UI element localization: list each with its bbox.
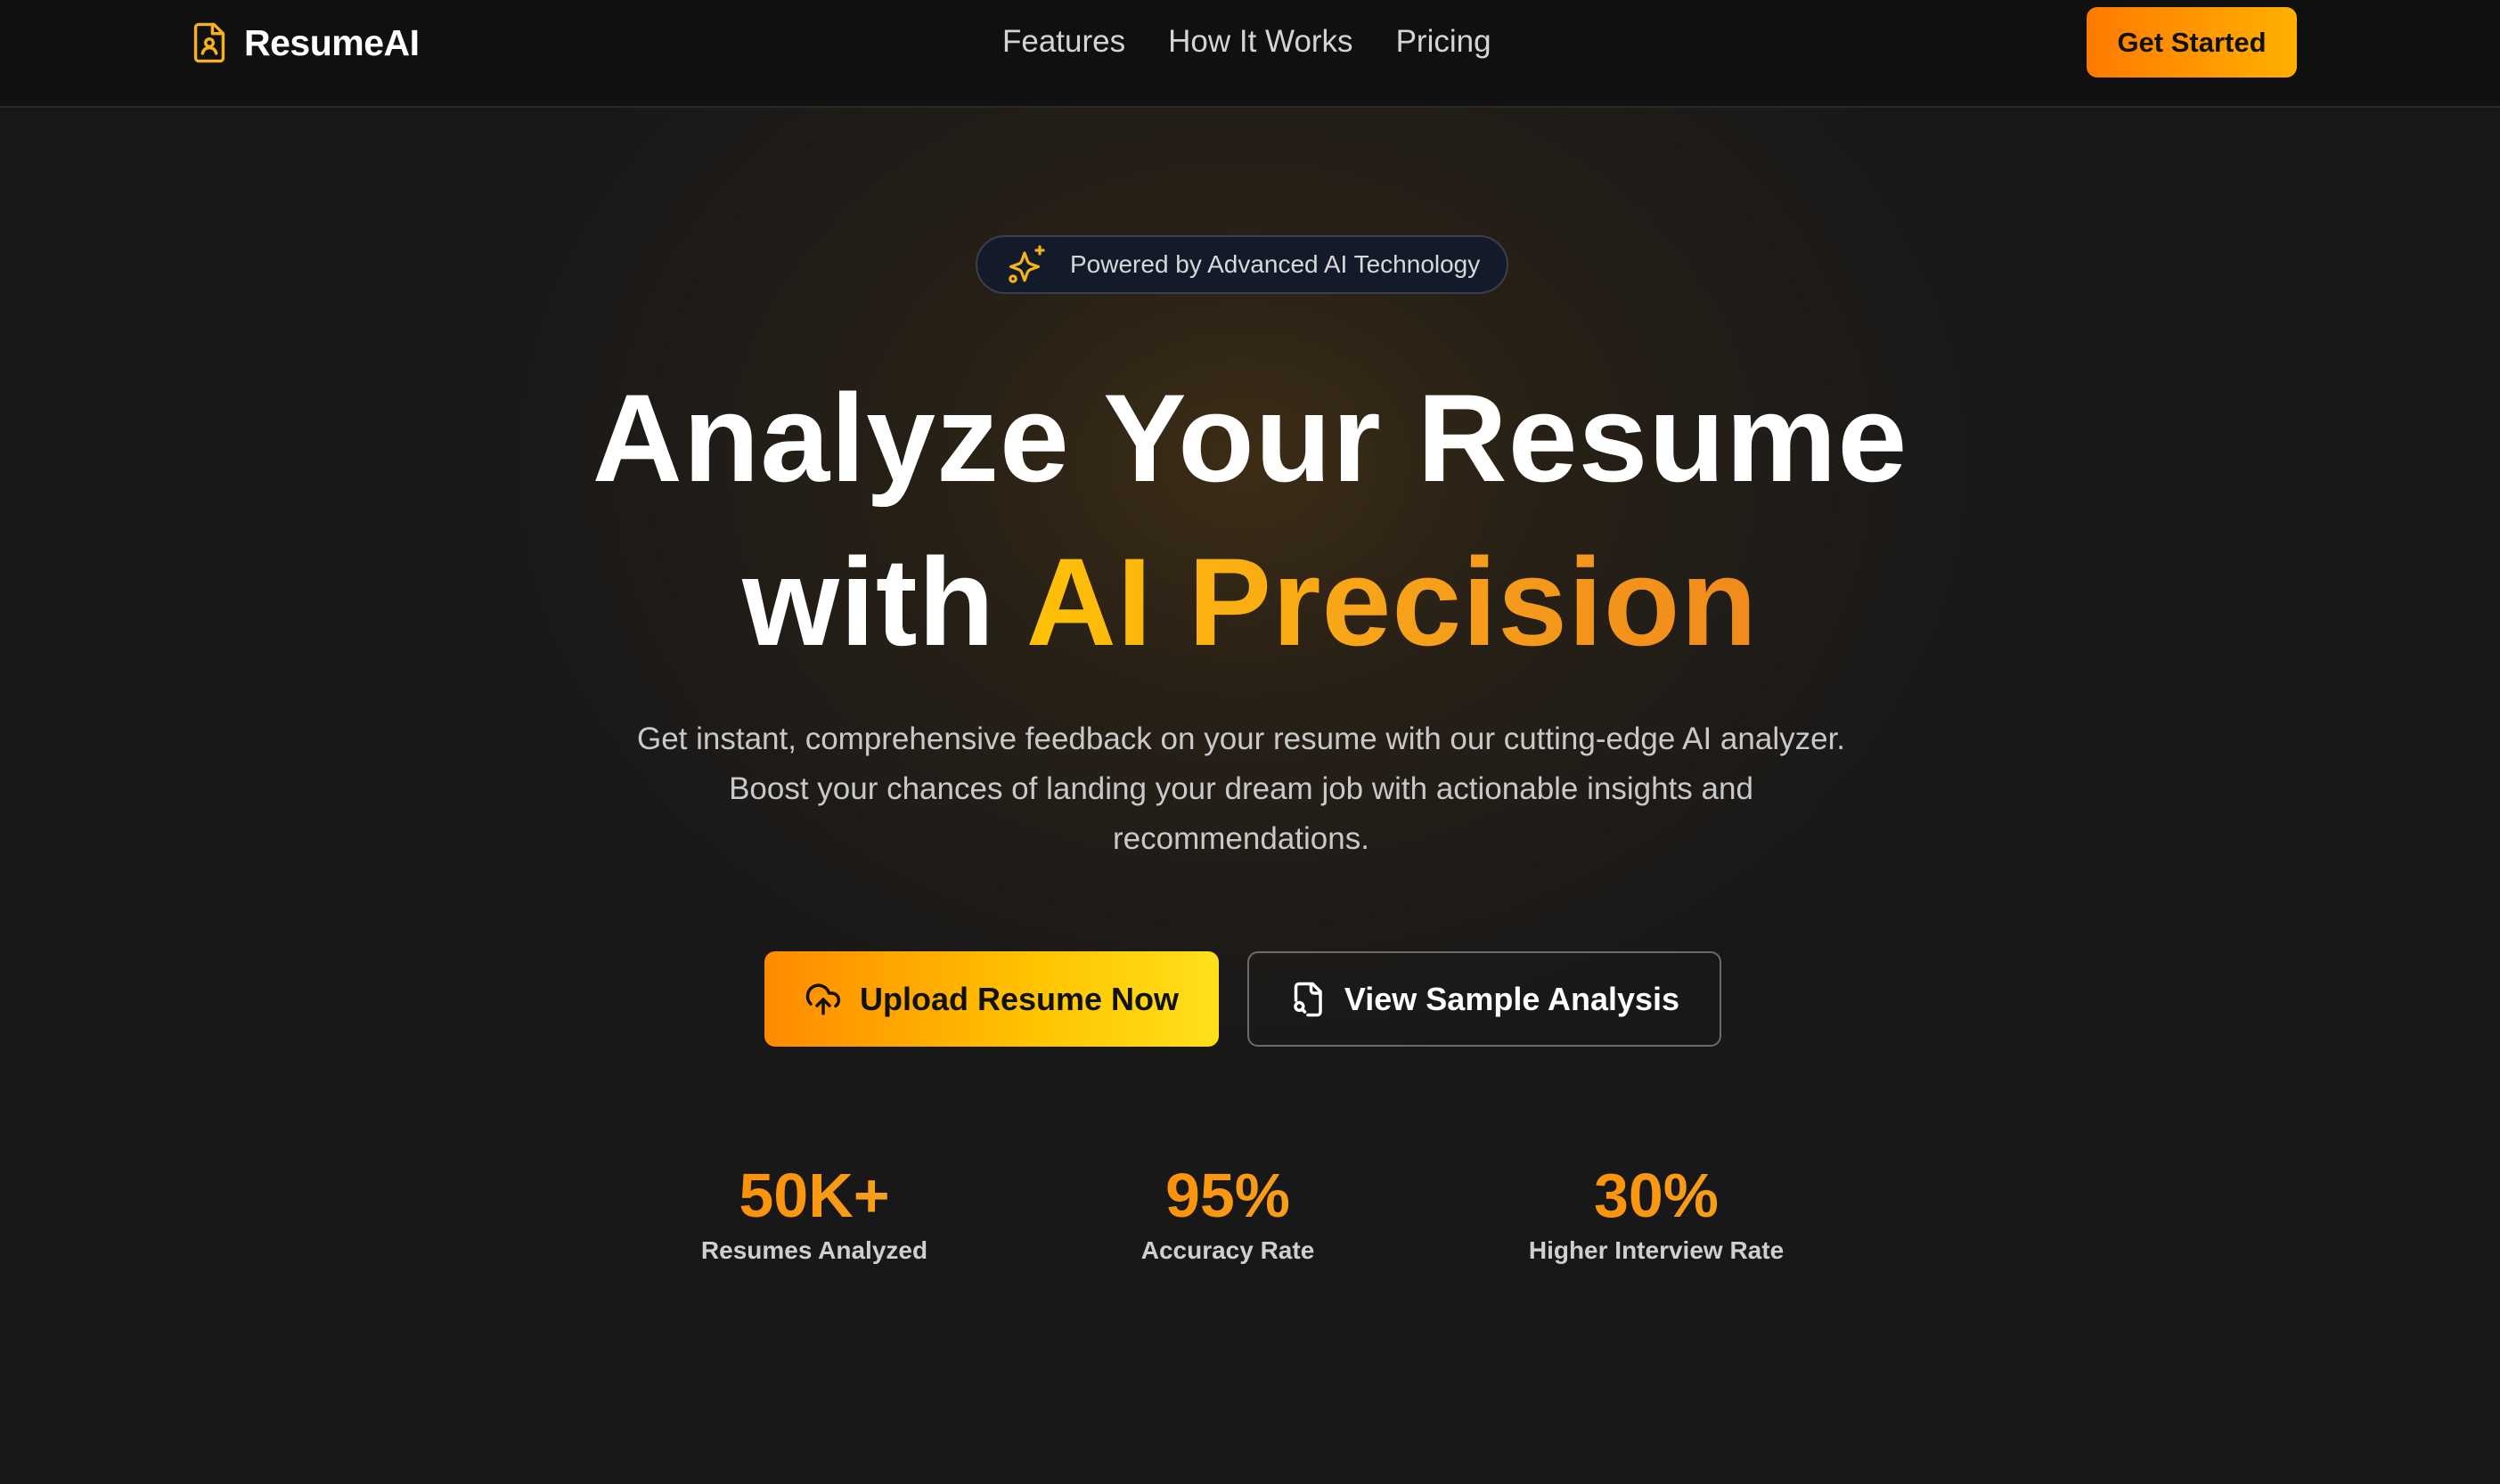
- nav-link-features[interactable]: Features: [1002, 22, 1125, 61]
- upload-resume-label: Upload Resume Now: [859, 980, 1180, 1017]
- stat-accuracy-rate: 95% Accuracy Rate: [1076, 1160, 1379, 1267]
- stat-label: Accuracy Rate: [1140, 1236, 1315, 1264]
- view-sample-analysis-label: View Sample Analysis: [1344, 980, 1680, 1017]
- stat-resumes-analyzed: 50K+ Resumes Analyzed: [663, 1160, 966, 1267]
- stat-higher-interview-rate: 30% Higher Interview Rate: [1505, 1160, 1808, 1267]
- nav-link-pricing[interactable]: Pricing: [1396, 22, 1491, 61]
- nav-links: Features How It Works Pricing: [1002, 22, 1491, 61]
- hero-subtitle: Get instant, comprehensive feedback on y…: [636, 722, 1846, 856]
- navbar: ResumeAI Features How It Works Pricing G…: [0, 0, 2500, 108]
- get-started-button[interactable]: Get Started: [2087, 7, 2297, 77]
- headline-accent: AI Precision: [1025, 532, 1758, 672]
- brand-logo[interactable]: ResumeAI: [191, 20, 420, 66]
- stat-value: 50K+: [663, 1160, 966, 1231]
- stat-label: Resumes Analyzed: [700, 1236, 928, 1264]
- upload-resume-button[interactable]: Upload Resume Now: [764, 951, 1219, 1047]
- sparkles-icon: [1009, 245, 1045, 283]
- cloud-upload-icon: [805, 983, 841, 1015]
- headline-line-2-prefix: with: [742, 532, 996, 672]
- badge-text: Powered by Advanced AI Technology: [1070, 250, 1481, 278]
- stat-value: 30%: [1505, 1160, 1808, 1231]
- file-search-icon: [1294, 982, 1322, 1016]
- hero-headline: Analyze Your Resume with AI Precision: [0, 356, 2500, 684]
- brand-name: ResumeAI: [244, 21, 420, 63]
- stat-value: 95%: [1076, 1160, 1379, 1231]
- headline-line-1: Analyze Your Resume: [592, 368, 1908, 508]
- view-sample-analysis-button[interactable]: View Sample Analysis: [1247, 951, 1721, 1047]
- nav-link-how-it-works[interactable]: How It Works: [1168, 22, 1352, 61]
- file-user-icon: [193, 22, 225, 63]
- stat-label: Higher Interview Rate: [1528, 1236, 1785, 1264]
- ai-badge: Powered by Advanced AI Technology: [976, 235, 1508, 294]
